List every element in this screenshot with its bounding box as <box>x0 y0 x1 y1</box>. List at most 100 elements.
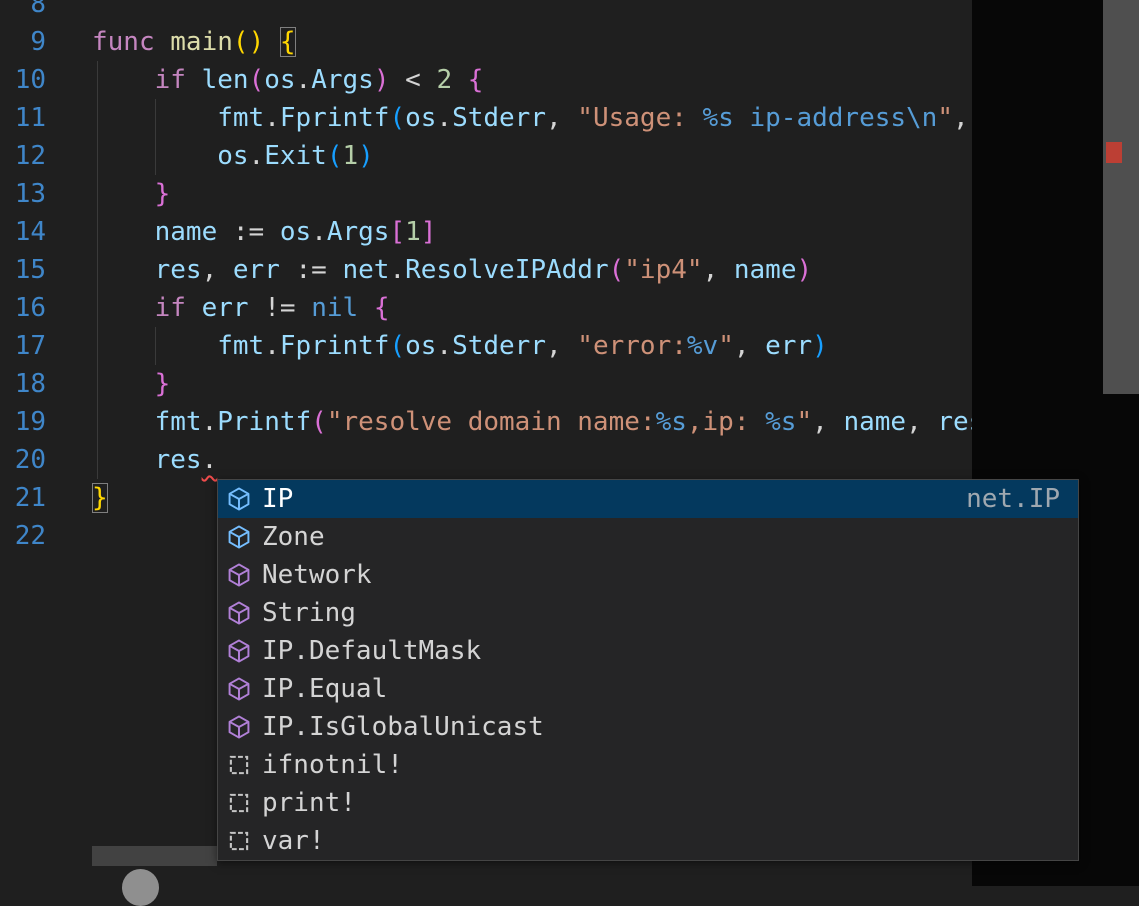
method-icon <box>226 714 262 740</box>
code-token: "error: <box>577 331 687 361</box>
code-token: fmt <box>155 407 202 437</box>
code-token: Fprintf <box>280 103 390 133</box>
code-row[interactable]: 14 name := os.Args[1] <box>0 213 972 251</box>
code-token: os <box>280 217 311 247</box>
code-row[interactable]: 11 fmt.Fprintf(os.Stderr, "Usage: %s ip-… <box>0 99 972 137</box>
code-token: ) <box>797 255 813 285</box>
code-token: name <box>843 407 906 437</box>
code-token: , <box>546 103 577 133</box>
code-token <box>296 293 312 323</box>
code-row[interactable]: 9func main() { <box>0 23 972 61</box>
code-token: res <box>155 255 202 285</box>
code-row[interactable]: 18 } <box>0 365 972 403</box>
code-row[interactable]: 19 fmt.Printf("resolve domain name:%s,ip… <box>0 403 972 441</box>
code-token: { <box>468 65 484 95</box>
code-token: main <box>170 27 233 57</box>
code-token <box>92 179 155 209</box>
code-row[interactable]: 16 if err != nil { <box>0 289 972 327</box>
code-token: "Usage: <box>577 103 702 133</box>
code-token: err <box>765 331 812 361</box>
suggestion-item[interactable]: ifnotnil! <box>218 746 1078 784</box>
code-token: Stderr <box>452 331 546 361</box>
code-token: ) <box>812 331 828 361</box>
code-token: %s <box>765 407 796 437</box>
code-row[interactable]: 8 <box>0 0 972 23</box>
code-token: name <box>155 217 218 247</box>
code-token: name <box>734 255 797 285</box>
code-row[interactable]: 12 os.Exit(1) <box>0 137 972 175</box>
code-token <box>358 293 374 323</box>
snippet-icon <box>226 828 262 854</box>
code-token: . <box>436 331 452 361</box>
line-number: 18 <box>0 365 46 403</box>
code-line: fmt.Fprintf(os.Stderr, "error:%v", err) <box>46 327 828 365</box>
code-token: ResolveIPAddr <box>405 255 609 285</box>
code-token: os <box>264 65 295 95</box>
code-token: ( <box>609 255 625 285</box>
code-token <box>280 255 296 285</box>
code-token: . <box>202 445 218 475</box>
code-token: { <box>280 27 296 57</box>
code-token: \n <box>906 103 937 133</box>
code-token <box>264 27 280 57</box>
snippet-icon <box>226 752 262 778</box>
method-icon <box>226 676 262 702</box>
code-token: func <box>92 27 155 57</box>
code-token: , <box>953 103 969 133</box>
code-token: } <box>155 369 171 399</box>
code-token: if <box>155 293 186 323</box>
code-token: . <box>311 217 327 247</box>
suggestion-item[interactable]: var! <box>218 822 1078 860</box>
code-row[interactable]: 15 res, err := net.ResolveIPAddr("ip4", … <box>0 251 972 289</box>
code-token: . <box>264 103 280 133</box>
code-row[interactable]: 20 res. <box>0 441 972 479</box>
code-token <box>327 255 343 285</box>
code-token: [ <box>389 217 405 247</box>
suggestion-item[interactable]: IP.IsGlobalUnicast <box>218 708 1078 746</box>
code-row[interactable]: 10 if len(os.Args) < 2 { <box>0 61 972 99</box>
field-icon <box>226 524 262 550</box>
suggestion-item[interactable]: Zone <box>218 518 1078 556</box>
code-token: ) <box>358 141 374 171</box>
code-token: , <box>703 255 734 285</box>
code-line: } <box>46 175 170 213</box>
code-token: " <box>718 331 734 361</box>
code-line <box>46 0 92 23</box>
code-line: } <box>46 479 108 517</box>
code-token: Args <box>311 65 374 95</box>
line-number: 13 <box>0 175 46 213</box>
horizontal-scrollbar-thumb[interactable] <box>92 846 217 866</box>
suggestion-item[interactable]: String <box>218 594 1078 632</box>
code-token <box>249 293 265 323</box>
code-row[interactable]: 17 fmt.Fprintf(os.Stderr, "error:%v", er… <box>0 327 972 365</box>
line-number: 17 <box>0 327 46 365</box>
code-line <box>46 517 92 555</box>
code-token: len <box>202 65 249 95</box>
suggestion-item[interactable]: IP.DefaultMask <box>218 632 1078 670</box>
code-token: "ip4" <box>624 255 702 285</box>
code-token: nil <box>311 293 358 323</box>
suggestion-item[interactable]: IPnet.IP <box>218 480 1078 518</box>
line-number: 14 <box>0 213 46 251</box>
suggestion-label: Network <box>262 556 372 594</box>
suggestion-item[interactable]: Network <box>218 556 1078 594</box>
vertical-scrollbar-thumb[interactable] <box>1103 0 1139 394</box>
suggestion-label: ifnotnil! <box>262 746 403 784</box>
suggestion-label: IP <box>262 480 293 518</box>
suggestion-item[interactable]: print! <box>218 784 1078 822</box>
line-number: 11 <box>0 99 46 137</box>
code-token: Args <box>327 217 390 247</box>
code-line: res. <box>46 441 217 479</box>
suggestion-label: var! <box>262 822 325 860</box>
code-token: " <box>796 407 812 437</box>
code-token <box>92 141 217 171</box>
code-token: os <box>405 103 436 133</box>
code-row[interactable]: 13 } <box>0 175 972 213</box>
code-token: != <box>264 293 295 323</box>
suggestion-item[interactable]: IP.Equal <box>218 670 1078 708</box>
code-line: if len(os.Args) < 2 { <box>46 61 483 99</box>
floating-button[interactable] <box>122 869 159 906</box>
code-token: err <box>202 293 249 323</box>
code-token: %s <box>703 103 734 133</box>
code-line: fmt.Fprintf(os.Stderr, "Usage: %s ip-add… <box>46 99 969 137</box>
